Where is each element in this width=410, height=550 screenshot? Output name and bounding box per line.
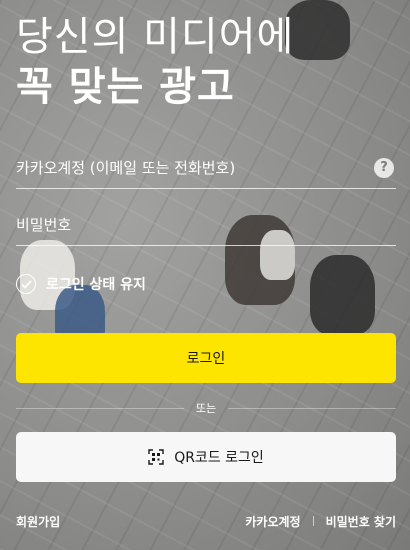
background-figure: [310, 255, 375, 335]
password-input[interactable]: [16, 205, 396, 245]
login-button[interactable]: 로그인: [16, 333, 396, 383]
find-account-link[interactable]: 카카오계정: [245, 513, 300, 530]
signup-link[interactable]: 회원가입: [16, 513, 60, 530]
qr-login-label: QR코드 로그인: [174, 450, 264, 466]
divider-line: [16, 407, 184, 409]
check-circle-icon: [16, 274, 36, 294]
background-figure: [285, 0, 350, 60]
question-circle-icon[interactable]: ?: [374, 158, 394, 178]
qr-code-icon: [148, 449, 164, 465]
keep-login-toggle[interactable]: 로그인 상태 유지: [16, 273, 146, 295]
headline-line1: 당신의 미디어에: [16, 14, 295, 60]
account-field: ?: [16, 148, 396, 189]
password-field: [16, 205, 396, 246]
keep-login-label: 로그인 상태 유지: [46, 277, 146, 293]
or-divider: 또는: [16, 398, 396, 418]
divider-line: [228, 407, 396, 409]
footer: 회원가입 카카오계정 비밀번호 찾기: [16, 512, 396, 530]
find-password-link[interactable]: 비밀번호 찾기: [326, 513, 396, 530]
footer-divider: [312, 516, 314, 526]
account-input[interactable]: [16, 148, 374, 188]
or-text: 또는: [195, 402, 217, 415]
qr-login-button[interactable]: QR코드 로그인: [16, 432, 396, 482]
login-button-label: 로그인: [186, 351, 226, 367]
headline-line2: 꼭 맞는 광고: [16, 64, 235, 110]
headline: 당신의 미디어에 꼭 맞는 광고: [16, 14, 294, 114]
